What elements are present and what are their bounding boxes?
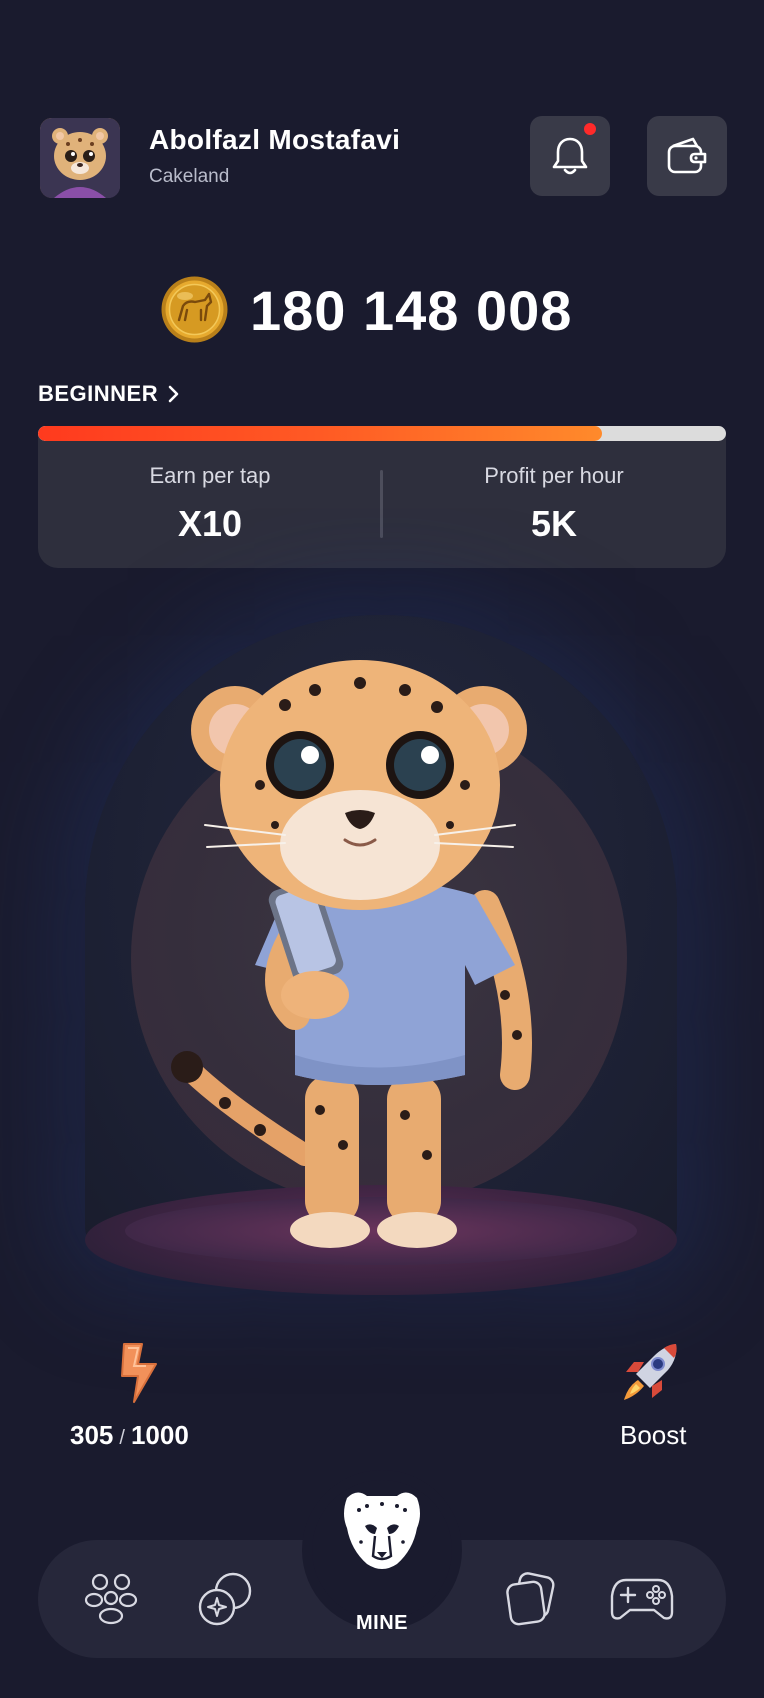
rocket-icon[interactable] bbox=[620, 1340, 682, 1406]
user-subtitle: Cakeland bbox=[149, 166, 230, 187]
lightning-icon bbox=[120, 1340, 160, 1406]
nav-mine-label[interactable]: MINE bbox=[332, 1612, 432, 1635]
nav-friends[interactable] bbox=[76, 1564, 146, 1634]
cards-icon bbox=[506, 1572, 555, 1626]
cheetah-head-icon bbox=[344, 1492, 420, 1569]
cheetah-character-icon[interactable] bbox=[165, 635, 595, 1275]
wallet-icon bbox=[667, 137, 707, 174]
nav-games[interactable] bbox=[607, 1564, 677, 1634]
nav-cards[interactable] bbox=[496, 1564, 566, 1634]
boost-label[interactable]: Boost bbox=[620, 1420, 687, 1451]
earn-per-tap-label: Earn per tap bbox=[149, 463, 271, 488]
friends-icon bbox=[84, 1573, 138, 1625]
bell-icon bbox=[552, 137, 588, 175]
coins-icon bbox=[198, 1572, 252, 1626]
notifications-button[interactable] bbox=[530, 116, 610, 196]
nav-mine[interactable] bbox=[312, 1480, 452, 1620]
energy-separator: / bbox=[119, 1427, 125, 1449]
avatar[interactable] bbox=[40, 118, 120, 198]
earn-per-tap-value: X10 bbox=[177, 503, 243, 544]
stats-card: Earn per tap X10 Profit per hour 5K bbox=[38, 433, 726, 568]
cheetah-avatar-icon bbox=[40, 118, 120, 198]
level-link[interactable]: BEGINNER bbox=[38, 381, 180, 407]
profit-per-hour-value: 5K bbox=[530, 503, 578, 544]
nav-earn[interactable] bbox=[190, 1564, 260, 1634]
profit-per-hour-label: Profit per hour bbox=[484, 463, 624, 488]
energy-current: 305 bbox=[70, 1420, 114, 1450]
level-progress-bar bbox=[38, 426, 726, 441]
energy-counter: 305/1000 bbox=[70, 1420, 189, 1451]
gamepad-icon bbox=[610, 1578, 674, 1620]
level-progress-fill bbox=[38, 426, 603, 441]
gold-coin-icon bbox=[161, 276, 228, 343]
level-name: BEGINNER bbox=[38, 381, 159, 406]
wallet-button[interactable] bbox=[647, 116, 727, 196]
notification-badge bbox=[584, 123, 596, 135]
user-name: Abolfazl Mostafavi bbox=[149, 124, 401, 155]
chevron-right-icon bbox=[168, 385, 179, 403]
energy-max: 1000 bbox=[130, 1420, 189, 1450]
character-stage[interactable] bbox=[85, 615, 677, 1305]
coin-balance: 180 148 008 bbox=[250, 279, 573, 342]
